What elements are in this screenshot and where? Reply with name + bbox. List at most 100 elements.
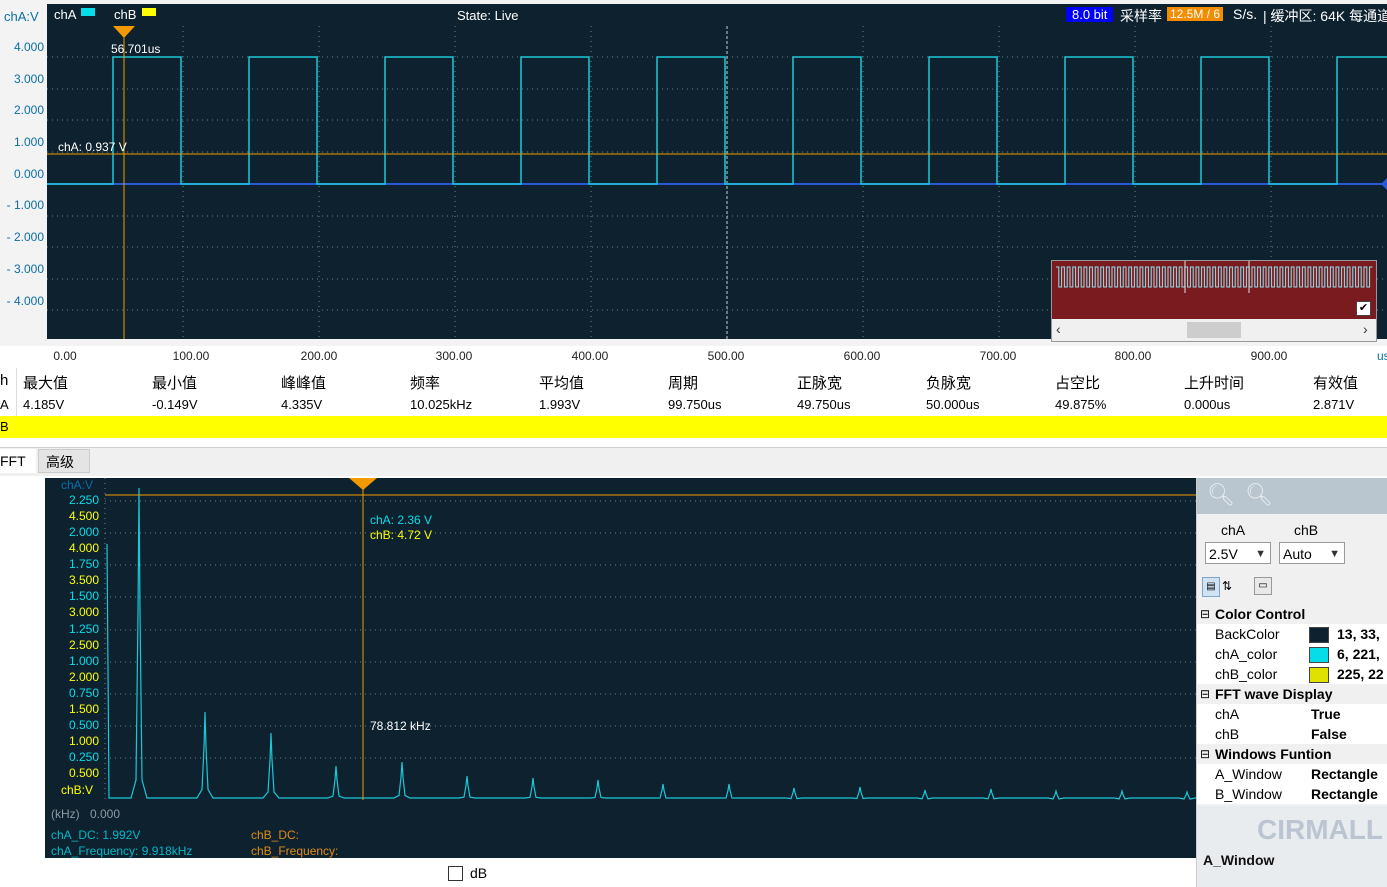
fft-y-tick: 0.750 [68,686,99,700]
x-tick: 600.00 [843,349,881,363]
scope-state: State: Live [457,8,519,23]
x-tick: 200.00 [300,349,338,363]
sample-rate-unit: S/s. [1233,6,1258,22]
measure-header: 最小值 [152,375,198,392]
overview-track: ✔ [1052,261,1376,319]
fft-cursor-cha: chA: 2.36 V [370,513,433,527]
x-tick: 300.00 [435,349,473,363]
prop-category-fft-display[interactable]: ⊟ FFT wave Display [1197,684,1387,704]
measure-value: 49.875% [1055,397,1107,412]
fft-y-tick: 4.500 [68,509,99,523]
chb-color-swatch [1309,667,1329,683]
tab-fft[interactable]: FFT [0,449,36,473]
fft-cha-dc: chA_DC: 1.992V [51,828,141,842]
prop-value: 13, 33, [1337,626,1380,642]
fft-y-tick: 1.250 [68,622,99,636]
prop-name: chB_color [1215,666,1278,682]
db-checkbox[interactable] [448,866,463,881]
fft-cursor-freq: 78.812 kHz [370,719,431,733]
fft-y-tick: 1.500 [68,702,99,716]
prop-row-fft-chb[interactable]: chB False [1197,724,1387,744]
measure-header: 最大值 [23,375,69,392]
scroll-left-icon[interactable]: ‹ [1056,321,1061,337]
fft-y-tick: 2.000 [68,525,99,539]
sort-az-icon[interactable]: ⇅ [1222,577,1232,595]
buffer-info: | 缓冲区: 64K 每通道 [1263,8,1387,24]
fft-x-zero: 0.000 [90,807,121,821]
chevron-down-icon: ▼ [1255,548,1266,560]
fft-grid [104,478,1196,800]
tab-fft-label: FFT [0,453,26,469]
measure-header: 平均值 [539,375,585,392]
prop-category-label: FFT wave Display [1215,686,1333,702]
fft-y-tick: 4.000 [68,541,99,555]
fft-cha-frequency: chA_Frequency: 9.918kHz [51,844,193,858]
fft-y-tick: 1.750 [68,557,99,571]
measure-header: 频率 [410,375,441,392]
y-tick: - 2.000 [6,230,44,244]
y-tick: - 1.000 [6,198,44,212]
collapse-icon[interactable]: ⊟ [1200,684,1210,704]
overview-scrollbar[interactable]: ‹ › [1052,319,1376,341]
x-unit: us [1377,349,1387,363]
cha-legend-label: chA [54,7,77,22]
measure-value: 0.000us [1184,397,1231,412]
prop-row-a-window[interactable]: A_Window Rectangle [1197,764,1387,784]
y-tick: - 3.000 [6,262,44,276]
prop-row-cha-color[interactable]: chA_color 6, 221, [1197,644,1387,664]
zoom-out-icon[interactable]: 🔍︎ [1245,482,1273,508]
prop-row-fft-cha[interactable]: chA True [1197,704,1387,724]
collapse-icon[interactable]: ⊟ [1200,744,1210,764]
y-tick: - 4.000 [6,294,44,308]
overview-navigator[interactable]: ✔ ‹ › [1051,260,1377,342]
fft-y-tick: 2.250 [68,493,99,507]
y-tick: 4.000 [13,40,44,54]
prop-category-windows-function[interactable]: ⊟ Windows Funtion [1197,744,1387,764]
chb-legend-label: chB [114,7,137,22]
zoom-in-icon[interactable]: 🔍︎ [1207,482,1235,508]
measure-header: 有效值 [1313,375,1359,392]
chb-offset-marker [1381,178,1387,190]
prop-row-backcolor[interactable]: BackColor 13, 33, [1197,624,1387,644]
cha-color-swatch [1309,647,1329,663]
fft-y-tick: 3.500 [68,573,99,587]
categorized-icon[interactable]: ▤ [1202,577,1220,597]
y-tick: 1.000 [13,135,44,149]
prop-name: B_Window [1215,786,1282,802]
overview-waveform [1056,261,1373,293]
chb-scale-select[interactable]: Auto ▼ [1279,542,1345,564]
scroll-thumb[interactable] [1187,322,1241,338]
prop-category-color-control[interactable]: ⊟ Color Control [1197,604,1387,624]
fft-cha-axis-label: chA:V [61,478,94,492]
scroll-right-icon[interactable]: › [1363,321,1368,337]
measure-value: 49.750us [797,397,851,412]
x-tick: 0.00 [53,349,77,363]
sample-rate-label: 采样率 [1120,8,1162,24]
fft-chb-axis-label: chB:V [61,783,94,797]
fft-y-tick: 0.500 [68,718,99,732]
cha-scale-select[interactable]: 2.5V ▼ [1205,542,1271,564]
scope-header: chA chB State: Live 8.0 bit 采样率 12.5M / … [47,4,1387,26]
collapse-icon[interactable]: ⊟ [1200,604,1210,624]
db-label: dB [470,865,488,881]
fft-spectrum-line [106,487,1196,800]
measure-header: 负脉宽 [926,375,972,392]
scope-plot[interactable]: chA: 0.937 V 56.701us ✔ ‹ › [47,26,1387,342]
x-tick: 800.00 [1114,349,1152,363]
tab-advanced[interactable]: 高级 [38,449,90,473]
fft-y-tick: 2.500 [68,638,99,652]
prop-row-chb-color[interactable]: chB_color 225, 22 [1197,664,1387,684]
sample-rate-value[interactable]: 12.5M / 6 [1167,7,1224,21]
prop-row-b-window[interactable]: B_Window Rectangle [1197,784,1387,804]
measure-header: 正脉宽 [797,375,843,392]
chb-scale-label: chB [1294,522,1319,538]
property-pages-icon[interactable]: ▭ [1254,577,1272,595]
prop-name: chA_color [1215,646,1278,662]
fft-plot[interactable]: chA:V 2.250 4.500 2.000 4.000 1.750 3.50… [45,478,1196,858]
fft-y-tick: 1.000 [68,734,99,748]
overview-checkbox[interactable]: ✔ [1356,301,1371,316]
trigger-position-icon[interactable] [111,26,137,40]
y-tick: 3.000 [13,72,44,86]
y-tick: 0.000 [13,167,44,181]
watermark-logo: CIRMALL [1257,814,1383,845]
